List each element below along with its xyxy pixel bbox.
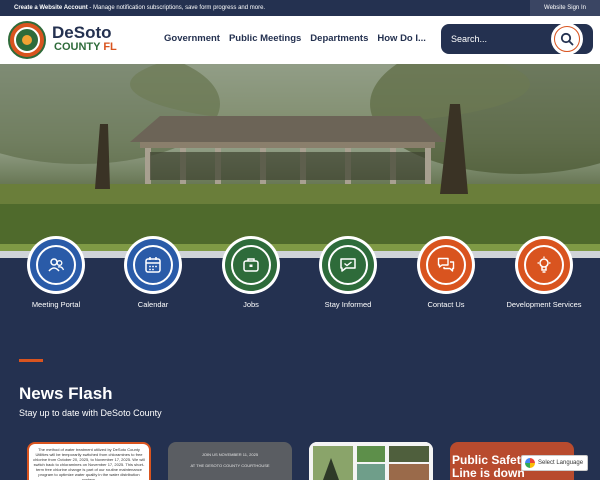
search-box: [441, 23, 593, 55]
main-nav: Government Public Meetings Departments H…: [164, 33, 435, 44]
brand-county: COUNTY: [54, 41, 101, 53]
people-icon: [48, 258, 65, 272]
quick-link-label: Calendar: [137, 300, 169, 309]
photo-collage-image: [309, 442, 433, 480]
search-input[interactable]: [451, 31, 541, 47]
brand-name: DeSoto: [52, 23, 112, 42]
nav-public-meetings[interactable]: Public Meetings: [229, 33, 301, 44]
news-flash-title: News Flash: [19, 384, 113, 403]
quick-link-meeting-portal[interactable]: Meeting Portal: [11, 236, 101, 309]
brand-wordmark[interactable]: DeSoto COUNTY FL: [52, 24, 117, 53]
quick-link-contact-us[interactable]: Contact Us: [401, 236, 491, 309]
create-account-description: - Manage notification subscriptions, sav…: [87, 5, 266, 11]
search-button[interactable]: [551, 23, 583, 55]
language-select[interactable]: Select Language: [521, 455, 588, 471]
brand-subtitle: COUNTY FL: [52, 41, 117, 53]
news-card-text: The method of water treatment utilized b…: [33, 447, 145, 480]
quick-link-label: Stay Informed: [324, 300, 372, 309]
news-card-line1: JOIN US NOVEMBER 11, 2025: [201, 452, 259, 457]
create-account-message[interactable]: Create a Website Account - Manage notifi…: [0, 5, 265, 11]
county-seal-logo[interactable]: [8, 21, 46, 59]
calendar-icon: [145, 257, 161, 273]
section-accent-line: [19, 359, 43, 362]
top-bar: Create a Website Account - Manage notifi…: [0, 0, 600, 16]
news-card-line2: AT THE DESOTO COUNTY COURTHOUSE: [190, 463, 270, 468]
quick-link-jobs[interactable]: Jobs: [206, 236, 296, 309]
quick-link-calendar[interactable]: Calendar: [108, 236, 198, 309]
news-card-veterans-event[interactable]: JOIN US NOVEMBER 11, 2025 AT THE DESOTO …: [168, 442, 292, 480]
briefcase-icon: [243, 258, 259, 272]
brand-state: FL: [103, 41, 117, 53]
nav-departments[interactable]: Departments: [310, 33, 368, 44]
quick-link-stay-informed[interactable]: Stay Informed: [303, 236, 393, 309]
google-icon: [525, 458, 535, 468]
news-flash-subtitle: Stay up to date with DeSoto County: [19, 408, 162, 418]
nav-how-do-i[interactable]: How Do I...: [377, 33, 426, 44]
quick-link-label: Meeting Portal: [31, 300, 81, 309]
search-icon: [560, 32, 574, 46]
site-header: DeSoto COUNTY FL Government Public Meeti…: [0, 16, 600, 64]
quick-link-label: Jobs: [243, 300, 259, 309]
chat-icon: [437, 257, 455, 272]
news-card-water-treatment[interactable]: The method of water treatment utilized b…: [27, 442, 151, 480]
create-account-link[interactable]: Create a Website Account: [14, 5, 88, 11]
quick-link-development-services[interactable]: Development Services: [499, 236, 589, 309]
quick-link-label: Development Services: [506, 300, 582, 309]
website-sign-in-button[interactable]: Website Sign In: [530, 0, 600, 16]
news-card-photo-collage[interactable]: [309, 442, 433, 480]
nav-government[interactable]: Government: [164, 33, 220, 44]
language-select-label: Select Language: [538, 460, 584, 466]
settings-bulb-icon: [537, 256, 551, 273]
hero-image: [0, 64, 600, 254]
quick-link-label: Contact Us: [427, 300, 465, 309]
message-icon: [340, 258, 356, 272]
quick-links: Meeting Portal Calendar Jobs Stay Inform…: [0, 236, 600, 348]
